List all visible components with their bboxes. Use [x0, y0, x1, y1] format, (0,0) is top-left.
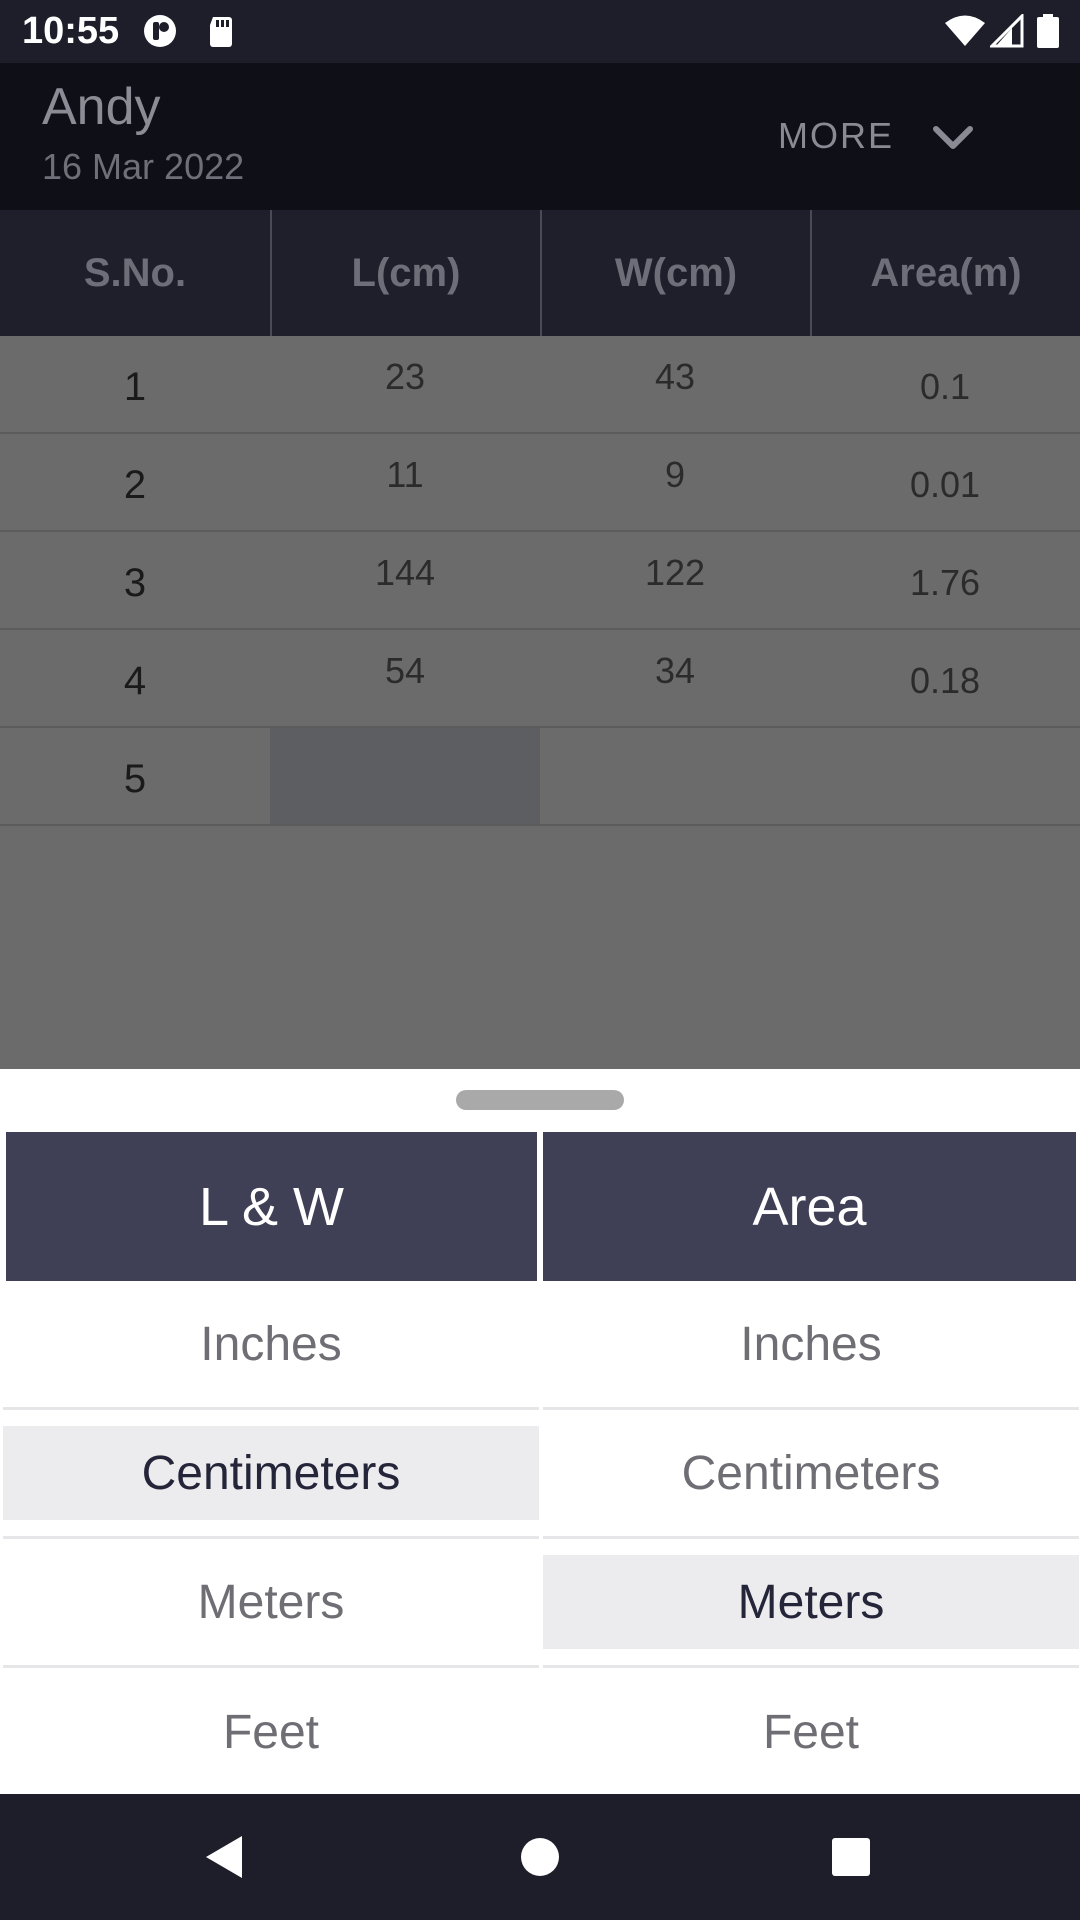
record-date: 16 Mar 2022 [42, 146, 245, 187]
cell-width[interactable]: 9 [540, 434, 810, 530]
cell-sno: 1 [0, 336, 270, 432]
sd-card-icon [210, 17, 232, 47]
cell-length[interactable]: 54 [270, 630, 540, 726]
cell-area: 0.1 [810, 336, 1080, 432]
table-row: 2 11 9 0.01 [0, 434, 1080, 532]
table-body: 1 23 43 0.1 2 11 9 0.01 3 144 122 1.76 4… [0, 336, 1080, 826]
cell-width[interactable] [540, 728, 810, 824]
cell-sno: 4 [0, 630, 270, 726]
more-button[interactable]: MORE [778, 115, 894, 157]
cell-length-active[interactable] [270, 728, 540, 824]
status-bar: 10:55 [0, 0, 1080, 63]
lw-unit-list: Inches Centimeters Meters Feet [3, 1281, 539, 1797]
signal-icon [990, 14, 1024, 48]
lw-option-inches[interactable]: Inches [3, 1281, 539, 1410]
recents-icon[interactable] [826, 1832, 876, 1882]
lw-option-feet[interactable]: Feet [3, 1668, 539, 1797]
area-option-feet[interactable]: Feet [543, 1668, 1079, 1797]
column-header-area: Area(m) [810, 210, 1080, 336]
area-option-meters[interactable]: Meters [543, 1539, 1079, 1668]
customer-name: Andy [42, 78, 161, 136]
table-header: S.No. L(cm) W(cm) Area(m) [0, 210, 1080, 336]
cell-length[interactable]: 23 [270, 336, 540, 432]
lw-option-meters[interactable]: Meters [3, 1539, 539, 1668]
cell-sno: 2 [0, 434, 270, 530]
table-row: 5 [0, 728, 1080, 826]
back-icon[interactable] [200, 1832, 250, 1882]
system-nav-bar [0, 1794, 1080, 1920]
cell-area: 0.01 [810, 434, 1080, 530]
table-row: 4 54 34 0.18 [0, 630, 1080, 728]
home-icon[interactable] [515, 1832, 565, 1882]
wifi-icon [945, 15, 985, 46]
cell-area: 1.76 [810, 532, 1080, 628]
area-unit-list: Inches Centimeters Meters Feet [543, 1281, 1079, 1797]
cell-length[interactable]: 11 [270, 434, 540, 530]
cell-area [810, 728, 1080, 824]
cell-sno: 3 [0, 532, 270, 628]
column-header-width: W(cm) [540, 210, 810, 336]
column-header-length: L(cm) [270, 210, 540, 336]
cell-area: 0.18 [810, 630, 1080, 726]
app-header: Andy 16 Mar 2022 MORE [0, 63, 1080, 210]
lw-unit-header: L & W [6, 1132, 537, 1281]
area-unit-header: Area [543, 1132, 1076, 1281]
status-time: 10:55 [22, 10, 120, 52]
cell-width[interactable]: 34 [540, 630, 810, 726]
notification-icon [144, 15, 176, 47]
area-option-centimeters[interactable]: Centimeters [543, 1410, 1079, 1539]
cell-width[interactable]: 43 [540, 336, 810, 432]
table-row: 1 23 43 0.1 [0, 336, 1080, 434]
drag-handle[interactable] [456, 1090, 624, 1110]
cell-length[interactable]: 144 [270, 532, 540, 628]
chevron-down-icon[interactable] [930, 115, 976, 161]
column-header-sno: S.No. [83, 250, 187, 295]
cell-sno: 5 [0, 728, 270, 824]
battery-icon [1037, 14, 1059, 48]
table-row: 3 144 122 1.76 [0, 532, 1080, 630]
area-option-inches[interactable]: Inches [543, 1281, 1079, 1410]
cell-width[interactable]: 122 [540, 532, 810, 628]
unit-bottom-sheet: L & W Area Inches Centimeters Meters Fee… [0, 1069, 1080, 1794]
lw-option-centimeters[interactable]: Centimeters [3, 1410, 539, 1539]
